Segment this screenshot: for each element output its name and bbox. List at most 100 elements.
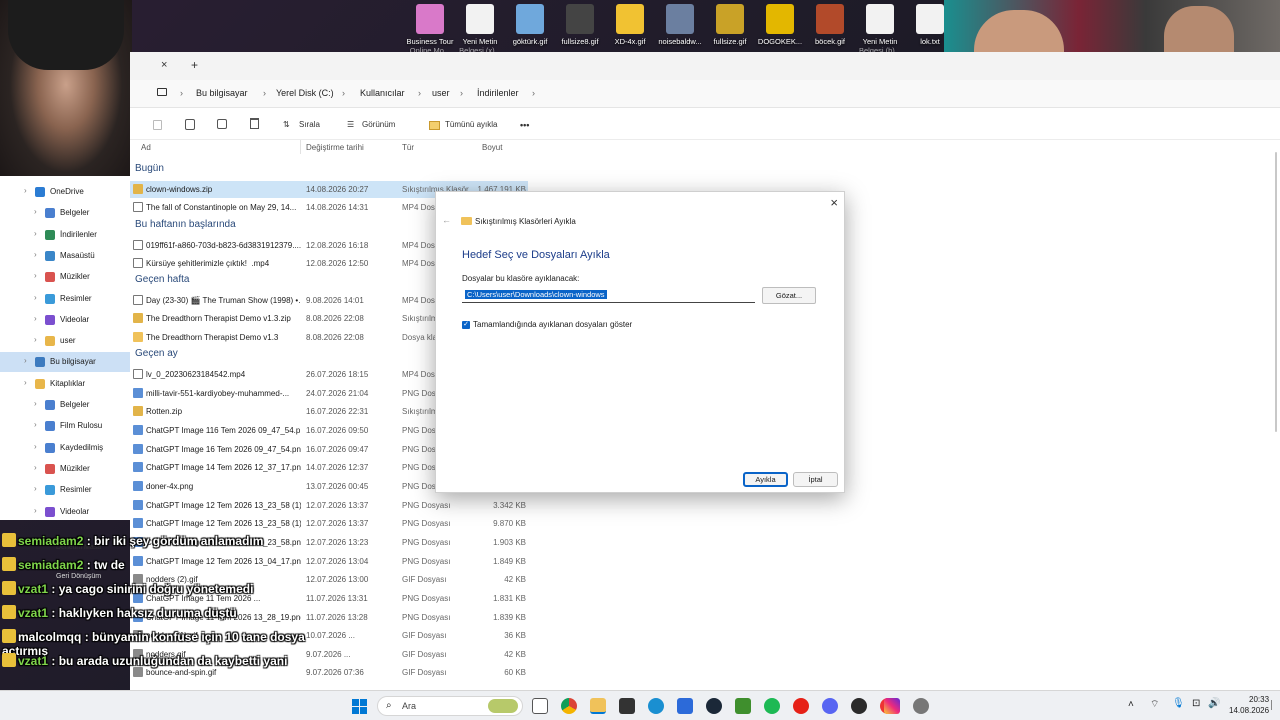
- app-green-icon[interactable]: [764, 698, 780, 714]
- nav-item[interactable]: › Bu bilgisayar: [0, 352, 130, 373]
- nav-item[interactable]: › Film Rulosu: [0, 416, 130, 436]
- section-this-week[interactable]: Bu haftanın başlarında: [135, 219, 236, 230]
- chevron-right-icon[interactable]: ›: [24, 378, 27, 387]
- copy-icon[interactable]: [185, 119, 195, 130]
- nav-item[interactable]: › Videolar: [0, 502, 130, 522]
- address-bar[interactable]: › Bu bilgisayar › Yerel Disk (C:) › Kull…: [130, 80, 1280, 108]
- desktop-icon[interactable]: fullsize8.gif: [552, 4, 608, 46]
- share-icon[interactable]: [217, 119, 227, 129]
- nav-item[interactable]: › OneDrive: [0, 182, 130, 202]
- section-today[interactable]: Bugün: [135, 163, 164, 174]
- extract-all-button[interactable]: Tümünü ayıkla: [445, 120, 497, 129]
- desktop-icon[interactable]: Business Tour Online Mo...: [402, 4, 458, 55]
- minecraft-icon[interactable]: [735, 698, 751, 714]
- section-last-week[interactable]: Geçen hafta: [135, 274, 189, 285]
- scrollbar[interactable]: [1275, 152, 1277, 432]
- desktop-icon[interactable]: XD-4x.gif: [602, 4, 658, 46]
- close-tab-icon[interactable]: ×: [161, 59, 167, 71]
- wifi-icon[interactable]: ⌔: [1150, 698, 1159, 711]
- desktop-icon[interactable]: noisebaldw...: [652, 4, 708, 46]
- start-button-icon[interactable]: [352, 699, 367, 714]
- vpn-icon[interactable]: [677, 698, 693, 714]
- chevron-right-icon[interactable]: ›: [34, 229, 37, 238]
- cut-icon[interactable]: [153, 120, 162, 130]
- desktop-icon[interactable]: göktürk.gif: [502, 4, 558, 46]
- network-icon[interactable]: ⊡: [1192, 698, 1200, 709]
- instagram-icon[interactable]: [884, 698, 900, 714]
- chevron-right-icon[interactable]: ›: [34, 484, 37, 493]
- extract-button[interactable]: Ayıkla: [743, 472, 788, 487]
- nav-item[interactable]: › Müzikler: [0, 267, 130, 287]
- breadcrumb-this-pc[interactable]: Bu bilgisayar: [196, 88, 248, 98]
- desktop-icon[interactable]: Yeni Metin Belgesi (x)...: [452, 4, 508, 55]
- column-header-type[interactable]: Tür: [402, 143, 414, 152]
- chevron-up-icon[interactable]: ˄: [1128, 699, 1134, 710]
- show-files-checkbox[interactable]: ✓: [462, 321, 470, 329]
- breadcrumb-local-disk[interactable]: Yerel Disk (C:): [276, 88, 334, 98]
- file-row[interactable]: ChatGPT Image 12 Tem 2026 13_23_58 (1)..…: [130, 515, 528, 532]
- search-box[interactable]: ⌕ Ara: [377, 696, 523, 716]
- chevron-right-icon[interactable]: ›: [34, 250, 37, 259]
- nav-item[interactable]: › Müzikler: [0, 459, 130, 479]
- breadcrumb-downloads[interactable]: İndirilenler: [477, 88, 519, 98]
- settings-icon[interactable]: [913, 698, 929, 714]
- task-view-icon[interactable]: [532, 698, 548, 714]
- chevron-right-icon[interactable]: ›: [24, 186, 27, 195]
- desktop-icon[interactable]: fullsize.gif: [702, 4, 758, 46]
- column-header-name[interactable]: Ad: [141, 143, 151, 152]
- nav-item[interactable]: › user: [0, 331, 130, 351]
- volume-icon[interactable]: 🔊: [1208, 698, 1220, 709]
- obs-icon[interactable]: [851, 698, 867, 714]
- nav-item[interactable]: › Resimler: [0, 289, 130, 309]
- nav-item[interactable]: › Resimler: [0, 480, 130, 500]
- nav-item[interactable]: › Belgeler: [0, 395, 130, 415]
- nav-item[interactable]: › İndirilenler: [0, 225, 130, 245]
- steam-icon[interactable]: [706, 698, 722, 714]
- column-header-date[interactable]: Değiştirme tarihi: [306, 143, 364, 152]
- chevron-right-icon[interactable]: ›: [34, 335, 37, 344]
- chevron-right-icon[interactable]: ›: [34, 207, 37, 216]
- youtube-icon[interactable]: [793, 698, 809, 714]
- destination-path-input[interactable]: C:\Users\user\Downloads\clown-windows: [462, 287, 755, 303]
- nav-item[interactable]: › Masaüstü: [0, 246, 130, 266]
- breadcrumb-users[interactable]: Kullanıcılar: [360, 88, 405, 98]
- delete-icon[interactable]: [250, 118, 259, 129]
- back-button[interactable]: ←: [442, 215, 451, 225]
- edge-icon[interactable]: [648, 698, 664, 714]
- section-last-month[interactable]: Geçen ay: [135, 348, 178, 359]
- column-header-size[interactable]: Boyut: [482, 143, 502, 152]
- chevron-right-icon[interactable]: ›: [34, 314, 37, 323]
- browse-button[interactable]: Gözat...: [762, 287, 816, 304]
- chevron-right-icon[interactable]: ›: [34, 463, 37, 472]
- chevron-right-icon[interactable]: ›: [34, 420, 37, 429]
- nav-item[interactable]: › Videolar: [0, 310, 130, 330]
- nav-item[interactable]: › Kaydedilmiş: [0, 438, 130, 458]
- sort-button[interactable]: Sırala: [299, 120, 320, 129]
- desktop-icon[interactable]: böcek.gif: [802, 4, 858, 46]
- view-button[interactable]: Görünüm: [362, 120, 395, 129]
- more-options-button[interactable]: •••: [520, 120, 529, 130]
- chevron-right-icon[interactable]: ›: [34, 271, 37, 280]
- chevron-right-icon[interactable]: ›: [34, 442, 37, 451]
- new-tab-button[interactable]: +: [191, 58, 198, 72]
- notifications-icon[interactable]: [1271, 700, 1277, 710]
- desktop-icon[interactable]: DOGOKEK...: [752, 4, 808, 46]
- store-icon[interactable]: [619, 698, 635, 714]
- desktop-icon[interactable]: Yeni Metin Belgesi (b)...: [852, 4, 908, 55]
- chevron-right-icon[interactable]: ›: [34, 506, 37, 515]
- clock-date[interactable]: 14.08.2026: [1229, 706, 1269, 715]
- chevron-right-icon[interactable]: ›: [34, 293, 37, 302]
- chevron-right-icon[interactable]: ›: [24, 356, 27, 365]
- chevron-right-icon[interactable]: ›: [34, 399, 37, 408]
- breadcrumb-user[interactable]: user: [432, 88, 450, 98]
- nav-item[interactable]: › Belgeler: [0, 203, 130, 223]
- nav-item[interactable]: › Kitaplıklar: [0, 374, 130, 394]
- clock-time[interactable]: 20:33: [1249, 695, 1269, 704]
- discord-icon[interactable]: [822, 698, 838, 714]
- chrome-icon[interactable]: [561, 698, 577, 714]
- mic-icon[interactable]: 🎙: [1172, 698, 1185, 709]
- file-explorer-icon[interactable]: [590, 698, 606, 714]
- close-dialog-button[interactable]: ×: [830, 195, 838, 210]
- cancel-button[interactable]: İptal: [793, 472, 838, 487]
- file-row[interactable]: ChatGPT Image 12 Tem 2026 13_23_58 (1)..…: [130, 497, 528, 514]
